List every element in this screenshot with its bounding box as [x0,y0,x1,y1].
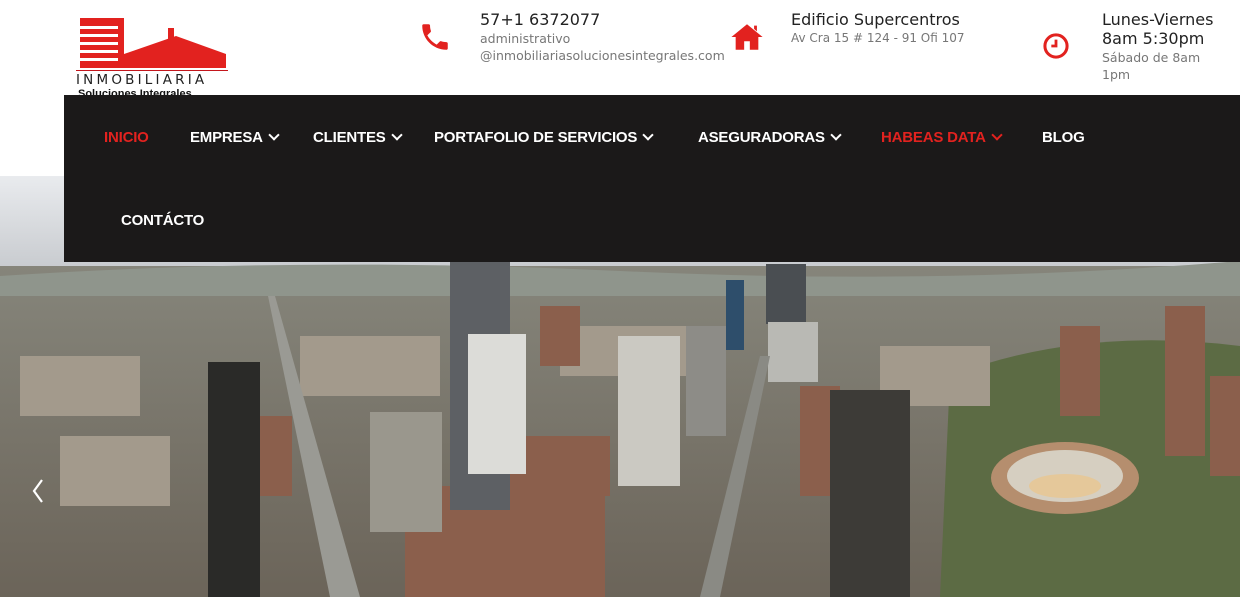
home-icon [731,24,763,50]
logo-building-icon [80,18,226,68]
nav-item-contacto[interactable]: CONTÁCTO [121,212,204,229]
nav-item-aseguradoras[interactable]: ASEGURADORAS [698,129,842,146]
nav-item-label: EMPRESA [190,129,263,146]
main-navigation: INICIO EMPRESA CLIENTES PORTAFOLIO DE SE… [64,95,1240,262]
nav-item-label: HABEAS DATA [881,129,986,146]
address-building: Edificio Supercentros [791,10,960,29]
hours-days: Lunes-Viernes [1102,10,1214,29]
chevron-down-icon [991,129,1003,141]
hours-saturday: Sábado de 8am [1102,50,1201,65]
chevron-left-icon[interactable] [30,476,46,506]
nav-item-inicio[interactable]: INICIO [104,129,149,146]
chevron-down-icon [390,129,403,141]
nav-item-blog[interactable]: BLOG [1042,129,1085,146]
logo-brand-text: INMOBILIARIA [76,72,208,88]
clock-icon [1043,33,1069,59]
nav-item-label: PORTAFOLIO DE SERVICIOS [434,129,638,146]
nav-item-portafolio[interactable]: PORTAFOLIO DE SERVICIOS [434,129,654,146]
nav-item-empresa[interactable]: EMPRESA [190,129,280,146]
nav-item-label: BLOG [1042,129,1085,146]
logo-divider [76,70,228,71]
site-logo[interactable]: INMOBILIARIA Soluciones Integrales [76,14,236,100]
address-street: Av Cra 15 # 124 - 91 Ofi 107 [791,31,965,45]
nav-item-label: CLIENTES [313,129,386,146]
email-user: administrativo [480,31,571,46]
nav-item-label: INICIO [104,129,149,146]
nav-item-label: ASEGURADORAS [698,129,825,146]
nav-item-clientes[interactable]: CLIENTES [313,129,403,146]
phone-icon [422,24,448,50]
email-domain[interactable]: @inmobiliariasolucionesintegrales.com [480,48,725,63]
chevron-down-icon [830,129,842,141]
hours-time: 8am 5:30pm [1102,29,1205,48]
phone-number[interactable]: 57+1 6372077 [480,10,725,29]
nav-item-habeas-data[interactable]: HABEAS DATA [881,129,1003,146]
nav-item-label: CONTÁCTO [121,212,205,229]
chevron-down-icon [268,129,280,141]
hours-saturday-end: 1pm [1102,67,1131,82]
chevron-down-icon [642,129,654,141]
